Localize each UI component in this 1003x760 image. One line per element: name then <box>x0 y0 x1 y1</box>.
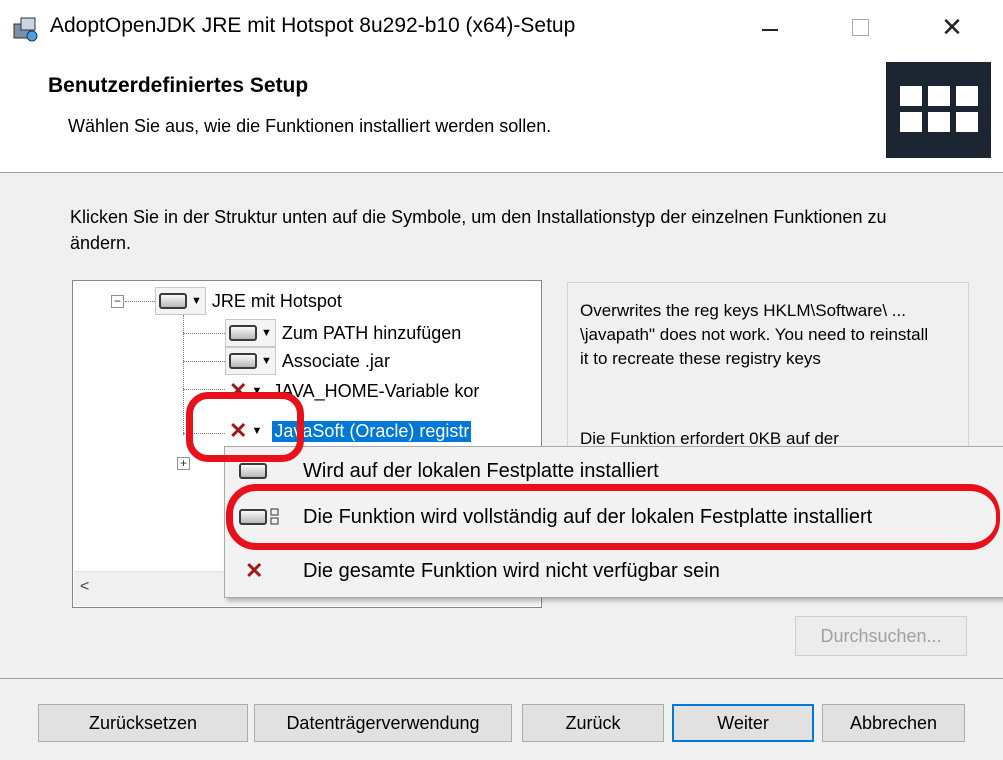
hard-drive-icon <box>229 325 257 341</box>
chevron-down-icon: ▼ <box>251 385 263 397</box>
feature-state-menu: Wird auf der lokalen Festplatte installi… <box>224 446 1003 598</box>
footer-divider <box>0 678 1003 679</box>
instructions-text: Klicken Sie in der Struktur unten auf di… <box>70 207 887 253</box>
hard-drive-icon <box>229 353 257 369</box>
hard-drive-icon <box>159 293 187 309</box>
tree-item-label: Associate .jar <box>281 350 390 371</box>
feature-description: Overwrites the reg keys HKLM\Software\ .… <box>580 301 929 368</box>
close-icon: ✕ <box>941 11 963 42</box>
disk-usage-button[interactable]: Datenträgerverwendung <box>254 704 512 742</box>
red-x-icon: ✕ <box>229 378 248 403</box>
feature-state-dropdown[interactable]: ✕ ▼ <box>225 377 266 405</box>
feature-state-dropdown[interactable]: ✕ ▼ <box>225 417 266 445</box>
next-button[interactable]: Weiter <box>672 704 814 742</box>
red-x-icon: ✕ <box>245 558 264 583</box>
close-button[interactable]: ✕ <box>922 4 982 50</box>
feature-state-dropdown[interactable]: ▼ <box>155 287 206 315</box>
setup-logo-icon <box>886 62 991 158</box>
title-bar: AdoptOpenJDK JRE mit Hotspot 8u292-b10 (… <box>0 0 1003 54</box>
feature-description-panel: Overwrites the reg keys HKLM\Software\ .… <box>567 282 969 464</box>
menu-item-install-full[interactable]: Die Funktion wird vollständig auf der lo… <box>225 495 1003 539</box>
chevron-down-icon: ▼ <box>261 327 272 339</box>
tree-item-java-home[interactable]: ✕ ▼ JAVA_HOME-Variable kor <box>225 377 479 405</box>
menu-item-label: Die gesamte Funktion wird nicht verfügba… <box>303 559 720 582</box>
header-banner: Benutzerdefiniertes Setup Wählen Sie aus… <box>0 54 1003 173</box>
collapse-icon[interactable]: − <box>111 295 124 308</box>
hard-drive-full-icon <box>239 505 285 529</box>
maximize-icon <box>851 18 869 36</box>
menu-item-unavailable[interactable]: ✕ Die gesamte Funktion wird nicht verfüg… <box>225 549 1003 593</box>
window-title: AdoptOpenJDK JRE mit Hotspot 8u292-b10 (… <box>50 14 576 37</box>
scroll-left-icon[interactable]: < <box>80 578 89 596</box>
maximize-button[interactable] <box>830 4 890 50</box>
tree-item-associate-jar[interactable]: ▼ Associate .jar <box>225 347 390 375</box>
feature-state-dropdown[interactable]: ▼ <box>225 319 276 347</box>
tree-item-label: JRE mit Hotspot <box>211 290 342 311</box>
cancel-button[interactable]: Abbrechen <box>822 704 965 742</box>
tree-item-label: JavaSoft (Oracle) registr <box>272 420 472 442</box>
minimize-icon <box>762 29 778 31</box>
back-button[interactable]: Zurück <box>522 704 664 742</box>
tree-item-jre-hotspot[interactable]: ▼ JRE mit Hotspot <box>155 287 342 315</box>
menu-item-install-local[interactable]: Wird auf der lokalen Festplatte installi… <box>225 449 1003 493</box>
red-x-icon: ✕ <box>229 418 248 443</box>
hard-drive-icon <box>239 459 285 483</box>
expand-icon[interactable]: + <box>177 457 190 470</box>
tree-item-label: Zum PATH hinzufügen <box>281 322 462 343</box>
installer-icon <box>13 17 38 42</box>
tree-item-path[interactable]: ▼ Zum PATH hinzufügen <box>225 319 461 347</box>
chevron-down-icon: ▼ <box>251 425 263 437</box>
reset-button[interactable]: Zurücksetzen <box>38 704 248 742</box>
chevron-down-icon: ▼ <box>261 355 272 367</box>
menu-item-label: Wird auf der lokalen Festplatte installi… <box>303 459 659 482</box>
minimize-button[interactable] <box>740 4 800 50</box>
feature-state-dropdown[interactable]: ▼ <box>225 347 276 375</box>
chevron-down-icon: ▼ <box>191 295 202 307</box>
page-title: Benutzerdefiniertes Setup <box>48 74 309 97</box>
browse-button[interactable]: Durchsuchen... <box>795 616 967 656</box>
tree-item-label: JAVA_HOME-Variable kor <box>272 380 480 401</box>
menu-item-label: Die Funktion wird vollständig auf der lo… <box>303 505 873 528</box>
tree-item-javasoft[interactable]: ✕ ▼ JavaSoft (Oracle) registr <box>225 417 472 445</box>
page-subtitle: Wählen Sie aus, wie die Funktionen insta… <box>68 116 552 136</box>
